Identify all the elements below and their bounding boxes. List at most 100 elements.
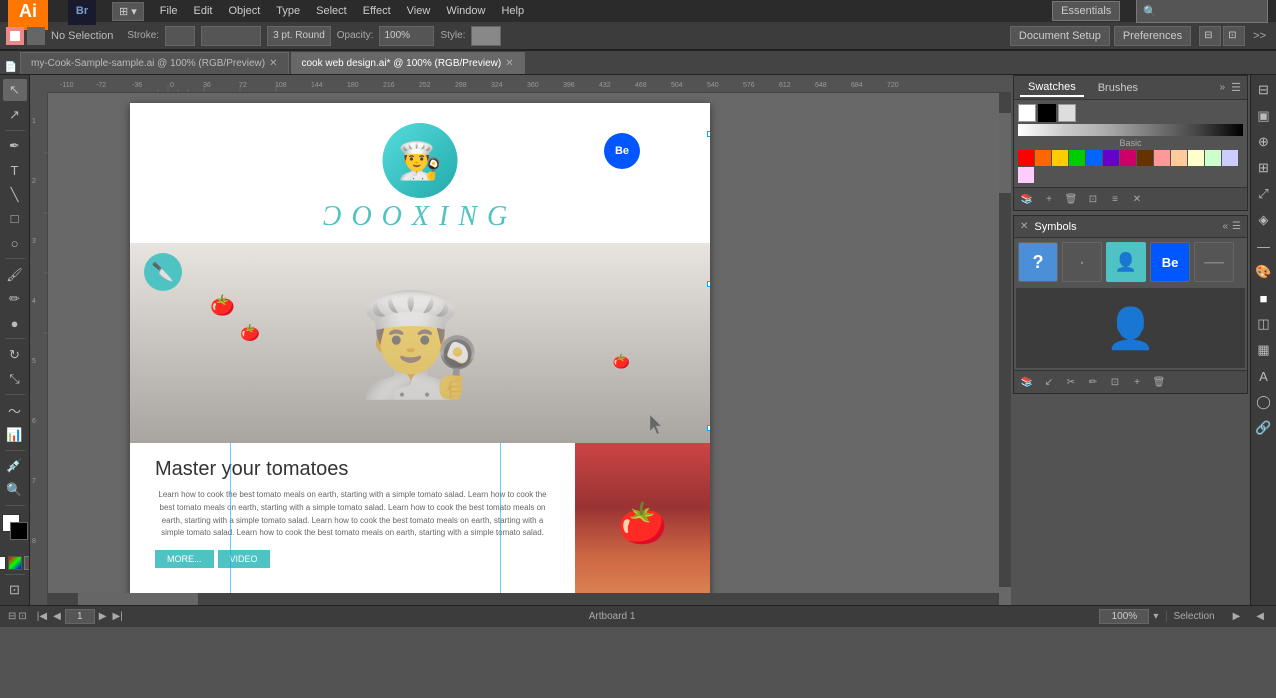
zoom-input[interactable]: 100% [1099,609,1149,624]
stroke-color-box[interactable] [6,27,24,45]
swatches-tab[interactable]: Swatches [1020,79,1084,97]
nav-next-btn[interactable]: ▶ [97,611,109,622]
panel-dropdown[interactable]: ⊡ [1223,26,1245,46]
fill-color-box[interactable] [27,27,45,45]
stroke-box[interactable] [10,522,28,540]
horizontal-scrollbar[interactable] [48,593,999,605]
nav-first-btn[interactable]: |◀ [35,611,49,622]
panel-icon-transform[interactable]: ⤢ [1253,183,1275,205]
swatch-light[interactable] [1058,104,1076,122]
swatch-lilac[interactable] [1018,167,1034,183]
menu-select[interactable]: Select [316,5,347,17]
tab-cook-sample-close[interactable]: ✕ [269,58,277,69]
menu-file[interactable]: File [160,5,178,17]
gradient-bar[interactable] [1018,124,1243,136]
swatch-list-btn[interactable]: ≡ [1106,190,1124,208]
more-button[interactable]: MORE... [155,550,214,568]
color-mode-btn[interactable] [0,556,6,570]
symbols-close-btn[interactable]: ✕ [1020,221,1028,232]
style-dropdown[interactable] [471,26,501,46]
swatch-trash-btn[interactable]: ✕ [1128,190,1146,208]
tab-cook-sample[interactable]: my-Cook-Sample-sample.ai @ 100% (RGB/Pre… [20,52,289,74]
line-tool[interactable]: ╲ [3,183,27,205]
page-input[interactable]: 1 [65,609,95,624]
swatch-peach[interactable] [1171,150,1187,166]
swatch-lavender[interactable] [1222,150,1238,166]
selection-tool[interactable]: ↖ [3,79,27,101]
brushes-tab[interactable]: Brushes [1090,80,1146,96]
stroke-dropdown[interactable] [165,26,195,46]
panel-more-arrow[interactable]: » [1220,82,1226,93]
canvas-area[interactable]: -110 -72 -36 0 36 72 108 144 180 216 252… [30,75,1011,605]
symbol-new-btn[interactable]: + [1128,373,1146,391]
pen-tool[interactable]: ✒ [3,135,27,157]
zoom-dropdown[interactable]: ▾ [1153,611,1158,622]
menu-window[interactable]: Window [446,5,485,17]
graph-tool[interactable]: 📊 [3,423,27,445]
symbol-item-chef[interactable]: 👤 [1106,242,1146,282]
menu-object[interactable]: Object [229,5,261,17]
menu-help[interactable]: Help [501,5,524,17]
swatch-black[interactable] [1038,104,1056,122]
nav-prev-btn[interactable]: ◀ [51,611,63,622]
warp-tool[interactable]: 〜 [3,399,27,421]
video-button[interactable]: VIDEO [218,550,270,568]
status-scroll-left[interactable]: ◀ [1252,611,1268,622]
arrange-dropdown[interactable]: ⊟ [1199,26,1221,46]
menu-edit[interactable]: Edit [194,5,213,17]
panel-icon-layers[interactable]: ⊟ [1253,79,1275,101]
stroke-style-dropdown[interactable] [201,26,261,46]
panel-icon-pathfinder[interactable]: ◈ [1253,209,1275,231]
bridge-logo[interactable]: Br [68,0,96,25]
swatch-orange[interactable] [1035,150,1051,166]
menu-effect[interactable]: Effect [363,5,391,17]
symbol-place-btn[interactable]: ↙ [1040,373,1058,391]
scale-tool[interactable]: ⤡ [3,368,27,390]
symbol-edit-btn[interactable]: ✏ [1084,373,1102,391]
pencil-tool[interactable]: ✏ [3,288,27,310]
swatch-add-btn[interactable]: + [1040,190,1058,208]
swatch-red[interactable] [1018,150,1034,166]
symbol-item-dot[interactable]: · [1062,242,1102,282]
search-input[interactable] [1161,2,1261,20]
panel-icon-color[interactable]: 🎨 [1253,261,1275,283]
direct-select-tool[interactable]: ↗ [3,103,27,125]
essentials-button[interactable]: Essentials [1052,1,1120,21]
panel-icon-swatches[interactable]: ■ [1253,287,1275,309]
swatch-library-btn[interactable]: 📚 [1018,190,1036,208]
rect-tool[interactable]: □ [3,208,27,230]
panel-icon-stroke[interactable]: — [1253,235,1275,257]
symbol-break-btn[interactable]: ✂ [1062,373,1080,391]
symbol-item-behance[interactable]: Be [1150,242,1190,282]
symbol-library-btn[interactable]: 📚 [1018,373,1036,391]
swatch-yellow[interactable] [1052,150,1068,166]
symbol-duplicate-btn[interactable]: ⊡ [1106,373,1124,391]
document-setup-button[interactable]: Document Setup [1010,26,1110,46]
screen-mode-btn[interactable]: ⊡ [3,579,27,601]
vertical-scrollbar-thumb[interactable] [999,113,1011,193]
panel-icon-transparency[interactable]: ◫ [1253,313,1275,335]
panel-icon-appearance[interactable]: ⊕ [1253,131,1275,153]
eyedropper-tool[interactable]: 💉 [3,455,27,477]
panel-icon-artboards[interactable]: ▣ [1253,105,1275,127]
rotate-tool[interactable]: ↻ [3,343,27,365]
panel-icon-symbols[interactable]: ◯ [1253,391,1275,413]
panel-icon-gradient[interactable]: ▦ [1253,339,1275,361]
symbols-menu-btn[interactable]: ☰ [1232,221,1241,232]
toolbar-expand[interactable]: >> [1249,30,1270,42]
gradient-mode-btn[interactable] [8,556,22,570]
status-icon-2[interactable]: ⊡ [18,611,26,622]
panel-icon-align[interactable]: ⊞ [1253,157,1275,179]
panel-menu-btn[interactable]: ☰ [1231,81,1241,94]
zoom-tool[interactable]: 🔍 [3,479,27,501]
menu-view[interactable]: View [407,5,431,17]
swatch-green[interactable] [1069,150,1085,166]
status-arrow-btn[interactable]: ▶ [1229,611,1245,622]
symbols-expand-btn[interactable]: « [1222,221,1228,232]
status-icon-1[interactable]: ⊟ [8,611,16,622]
swatch-white[interactable] [1018,104,1036,122]
preferences-button[interactable]: Preferences [1114,26,1191,46]
swatch-pink[interactable] [1120,150,1136,166]
pt-round-selector[interactable]: 3 pt. Round [267,26,331,46]
swatch-mint[interactable] [1205,150,1221,166]
